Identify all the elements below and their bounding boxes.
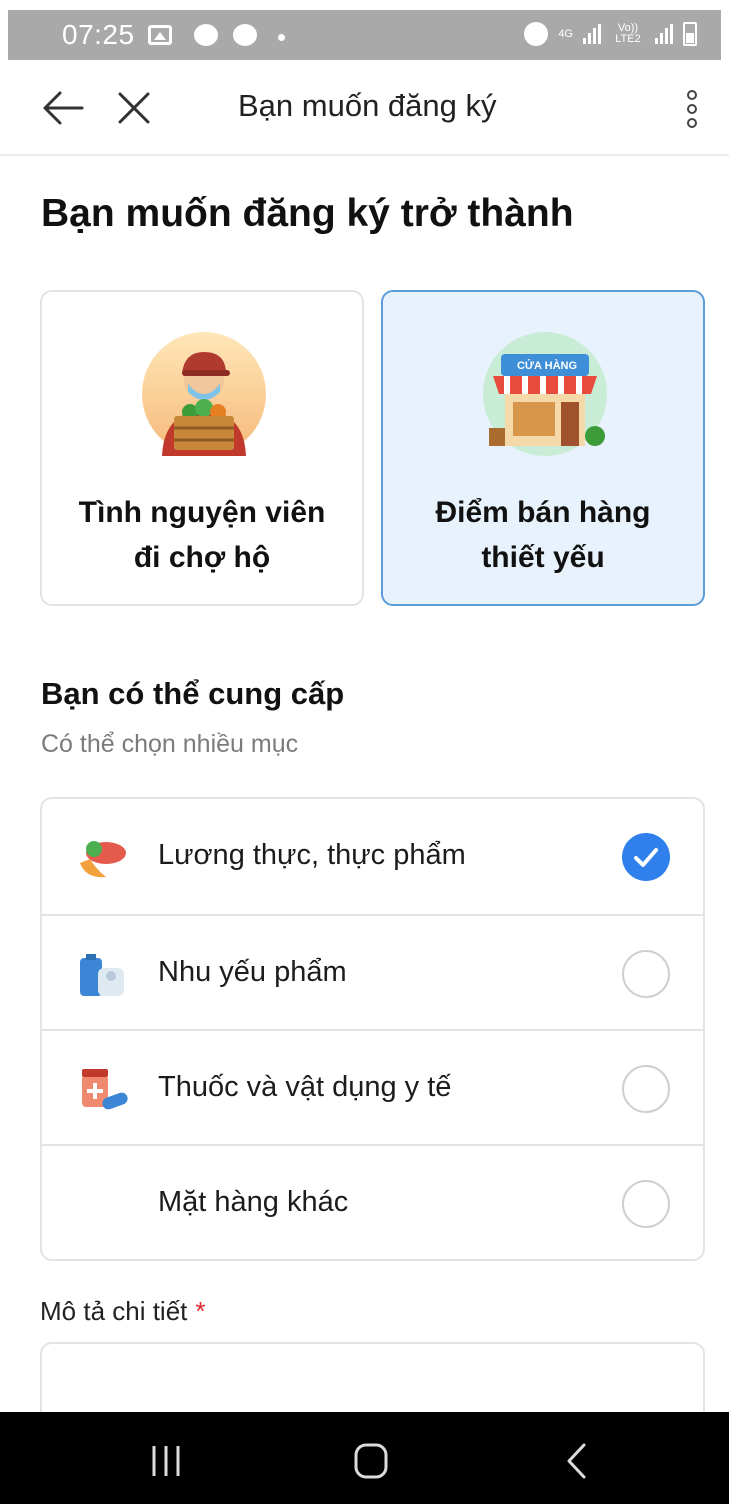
signal-icon	[583, 24, 601, 44]
required-mark: *	[195, 1296, 206, 1326]
checkbox-checked[interactable]	[622, 833, 670, 881]
role-label: Tình nguyện viên đi chợ hộ	[78, 496, 326, 574]
option-medicine[interactable]: Thuốc và vật dụng y tế	[42, 1029, 703, 1144]
checkbox-unchecked[interactable]	[622, 1180, 670, 1228]
option-other[interactable]: Mặt hàng khác	[42, 1144, 703, 1259]
role-card-volunteer[interactable]: Tình nguyện viên đi chợ hộ	[40, 290, 364, 606]
dot-icon	[278, 34, 285, 41]
medicine-icon	[82, 1069, 128, 1110]
option-essentials[interactable]: Nhu yếu phẩm	[42, 914, 703, 1029]
section-heading: Bạn muốn đăng ký trở thành	[41, 192, 574, 235]
detail-field-label: Mô tả chi tiết *	[40, 1296, 206, 1327]
option-label: Lương thực, thực phẩm	[158, 839, 466, 871]
page-title: Bạn muốn đăng ký	[238, 88, 497, 123]
option-label: Thuốc và vật dụng y tế	[158, 1071, 452, 1103]
gallery-icon	[148, 25, 172, 45]
provide-heading: Bạn có thể cung cấp	[41, 676, 345, 711]
provide-hint: Có thể chọn nhiều mục	[41, 730, 299, 758]
store-icon: CỬA HÀNG	[483, 332, 607, 456]
close-icon[interactable]	[116, 90, 152, 126]
checkbox-unchecked[interactable]	[622, 950, 670, 998]
messenger-icon	[194, 24, 218, 46]
more-vertical-icon[interactable]	[680, 88, 704, 130]
back-icon[interactable]	[564, 1442, 588, 1480]
signal-icon	[655, 24, 673, 44]
store-badge-text: CỬA HÀNG	[517, 359, 577, 372]
back-arrow-icon[interactable]	[42, 90, 84, 126]
checkmark-icon	[634, 848, 658, 867]
checkbox-unchecked[interactable]	[622, 1065, 670, 1113]
option-label: Nhu yếu phẩm	[158, 956, 347, 988]
system-nav-bar	[0, 1412, 729, 1504]
essentials-icon	[80, 954, 124, 996]
messenger-icon	[233, 24, 257, 46]
role-label: Điểm bán hàng thiết yếu	[435, 496, 651, 574]
volunteer-shopper-icon	[142, 332, 266, 456]
home-icon[interactable]	[353, 1442, 389, 1480]
status-bar: 07:25 4G Vo)) LTE2	[8, 10, 721, 60]
alarm-icon	[524, 22, 549, 46]
recents-icon[interactable]	[148, 1444, 184, 1478]
option-label: Mặt hàng khác	[158, 1186, 349, 1218]
option-food[interactable]: Lương thực, thực phẩm	[42, 799, 703, 914]
status-indicators: 4G Vo)) LTE2	[524, 22, 697, 46]
sim-label: Vo)) LTE2	[615, 22, 641, 45]
role-card-store[interactable]: CỬA HÀNG Điểm bán hàng thiết yếu	[381, 290, 705, 606]
detail-label-text: Mô tả chi tiết	[40, 1296, 188, 1326]
battery-icon	[683, 22, 697, 46]
supply-options-list: Lương thực, thực phẩm Nhu yếu phẩm Thuốc…	[40, 797, 705, 1261]
status-time: 07:25	[62, 19, 135, 50]
app-bar: Bạn muốn đăng ký	[0, 60, 729, 156]
food-icon	[80, 841, 126, 878]
network-label: 4G	[558, 27, 573, 40]
